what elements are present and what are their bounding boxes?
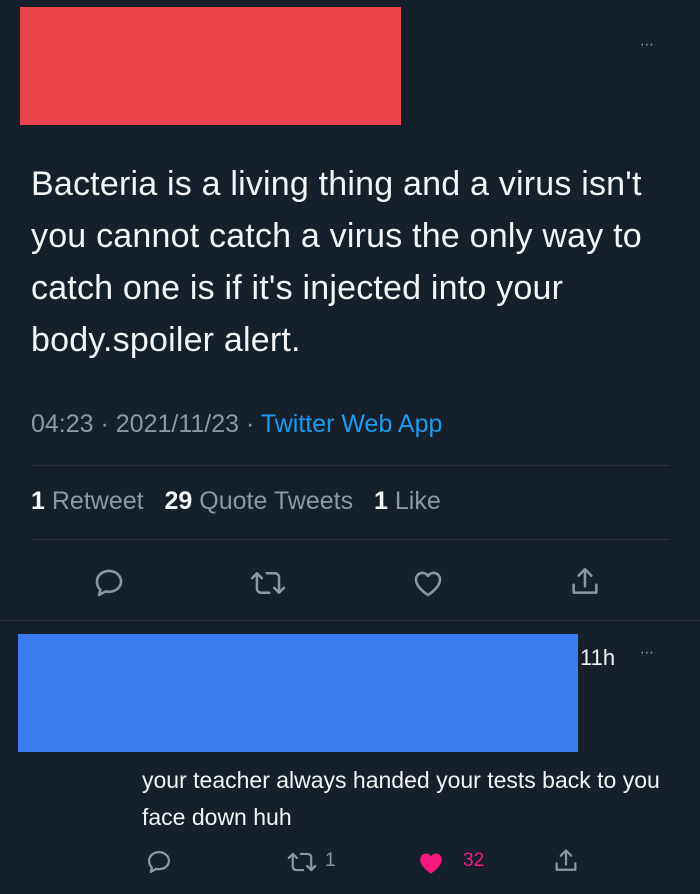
quotes-label: Quote Tweets xyxy=(199,487,354,515)
retweet-icon[interactable] xyxy=(250,566,286,600)
likes-label: Like xyxy=(394,487,441,515)
quotes-stat[interactable]: 29 Quote Tweets xyxy=(165,487,354,515)
tweet-actions xyxy=(0,562,700,602)
reply-timestamp[interactable]: 11h xyxy=(580,645,615,671)
quotes-count: 29 xyxy=(164,487,193,515)
reply-text: your teacher always handed your tests ba… xyxy=(142,767,660,830)
tweet-separator xyxy=(0,620,700,621)
share-icon[interactable] xyxy=(568,564,602,600)
reply-icon[interactable] xyxy=(92,566,126,600)
likes-count: 1 xyxy=(374,487,388,515)
share-icon[interactable] xyxy=(552,846,580,876)
retweets-label: Retweet xyxy=(51,487,144,515)
retweet-icon[interactable] xyxy=(287,848,317,876)
tweet-text: Bacteria is a living thing and a virus i… xyxy=(31,165,642,359)
reply-actions: 1 32 xyxy=(0,846,700,876)
tweet-source-link[interactable]: Twitter Web App xyxy=(261,410,443,438)
meta-separator: · xyxy=(93,410,116,438)
tweet-time: 04:23 xyxy=(31,410,94,438)
reply-icon[interactable] xyxy=(145,848,173,876)
reply-more-options-icon[interactable]: ⋯ xyxy=(640,644,656,661)
redacted-author xyxy=(20,7,401,125)
tweet-stats: 1 Retweet 29 Quote Tweets 1 Like xyxy=(31,487,441,516)
retweets-count: 1 xyxy=(31,487,45,515)
meta-separator: · xyxy=(239,410,261,438)
liked-heart-icon[interactable] xyxy=(415,848,447,876)
retweet-count: 1 xyxy=(325,850,336,871)
likes-stat[interactable]: 1 Like xyxy=(374,487,441,515)
like-icon[interactable] xyxy=(410,566,446,600)
divider xyxy=(31,465,670,466)
tweet-meta: 04:23 · 2021/11/23 · Twitter Web App xyxy=(31,410,442,439)
tweet-date[interactable]: 2021/11/23 xyxy=(116,410,239,438)
divider xyxy=(31,539,670,540)
retweets-stat[interactable]: 1 Retweet xyxy=(31,487,144,515)
like-count: 32 xyxy=(463,850,485,871)
redacted-reply-author xyxy=(18,634,578,752)
more-options-icon[interactable]: ⋯ xyxy=(640,36,656,53)
